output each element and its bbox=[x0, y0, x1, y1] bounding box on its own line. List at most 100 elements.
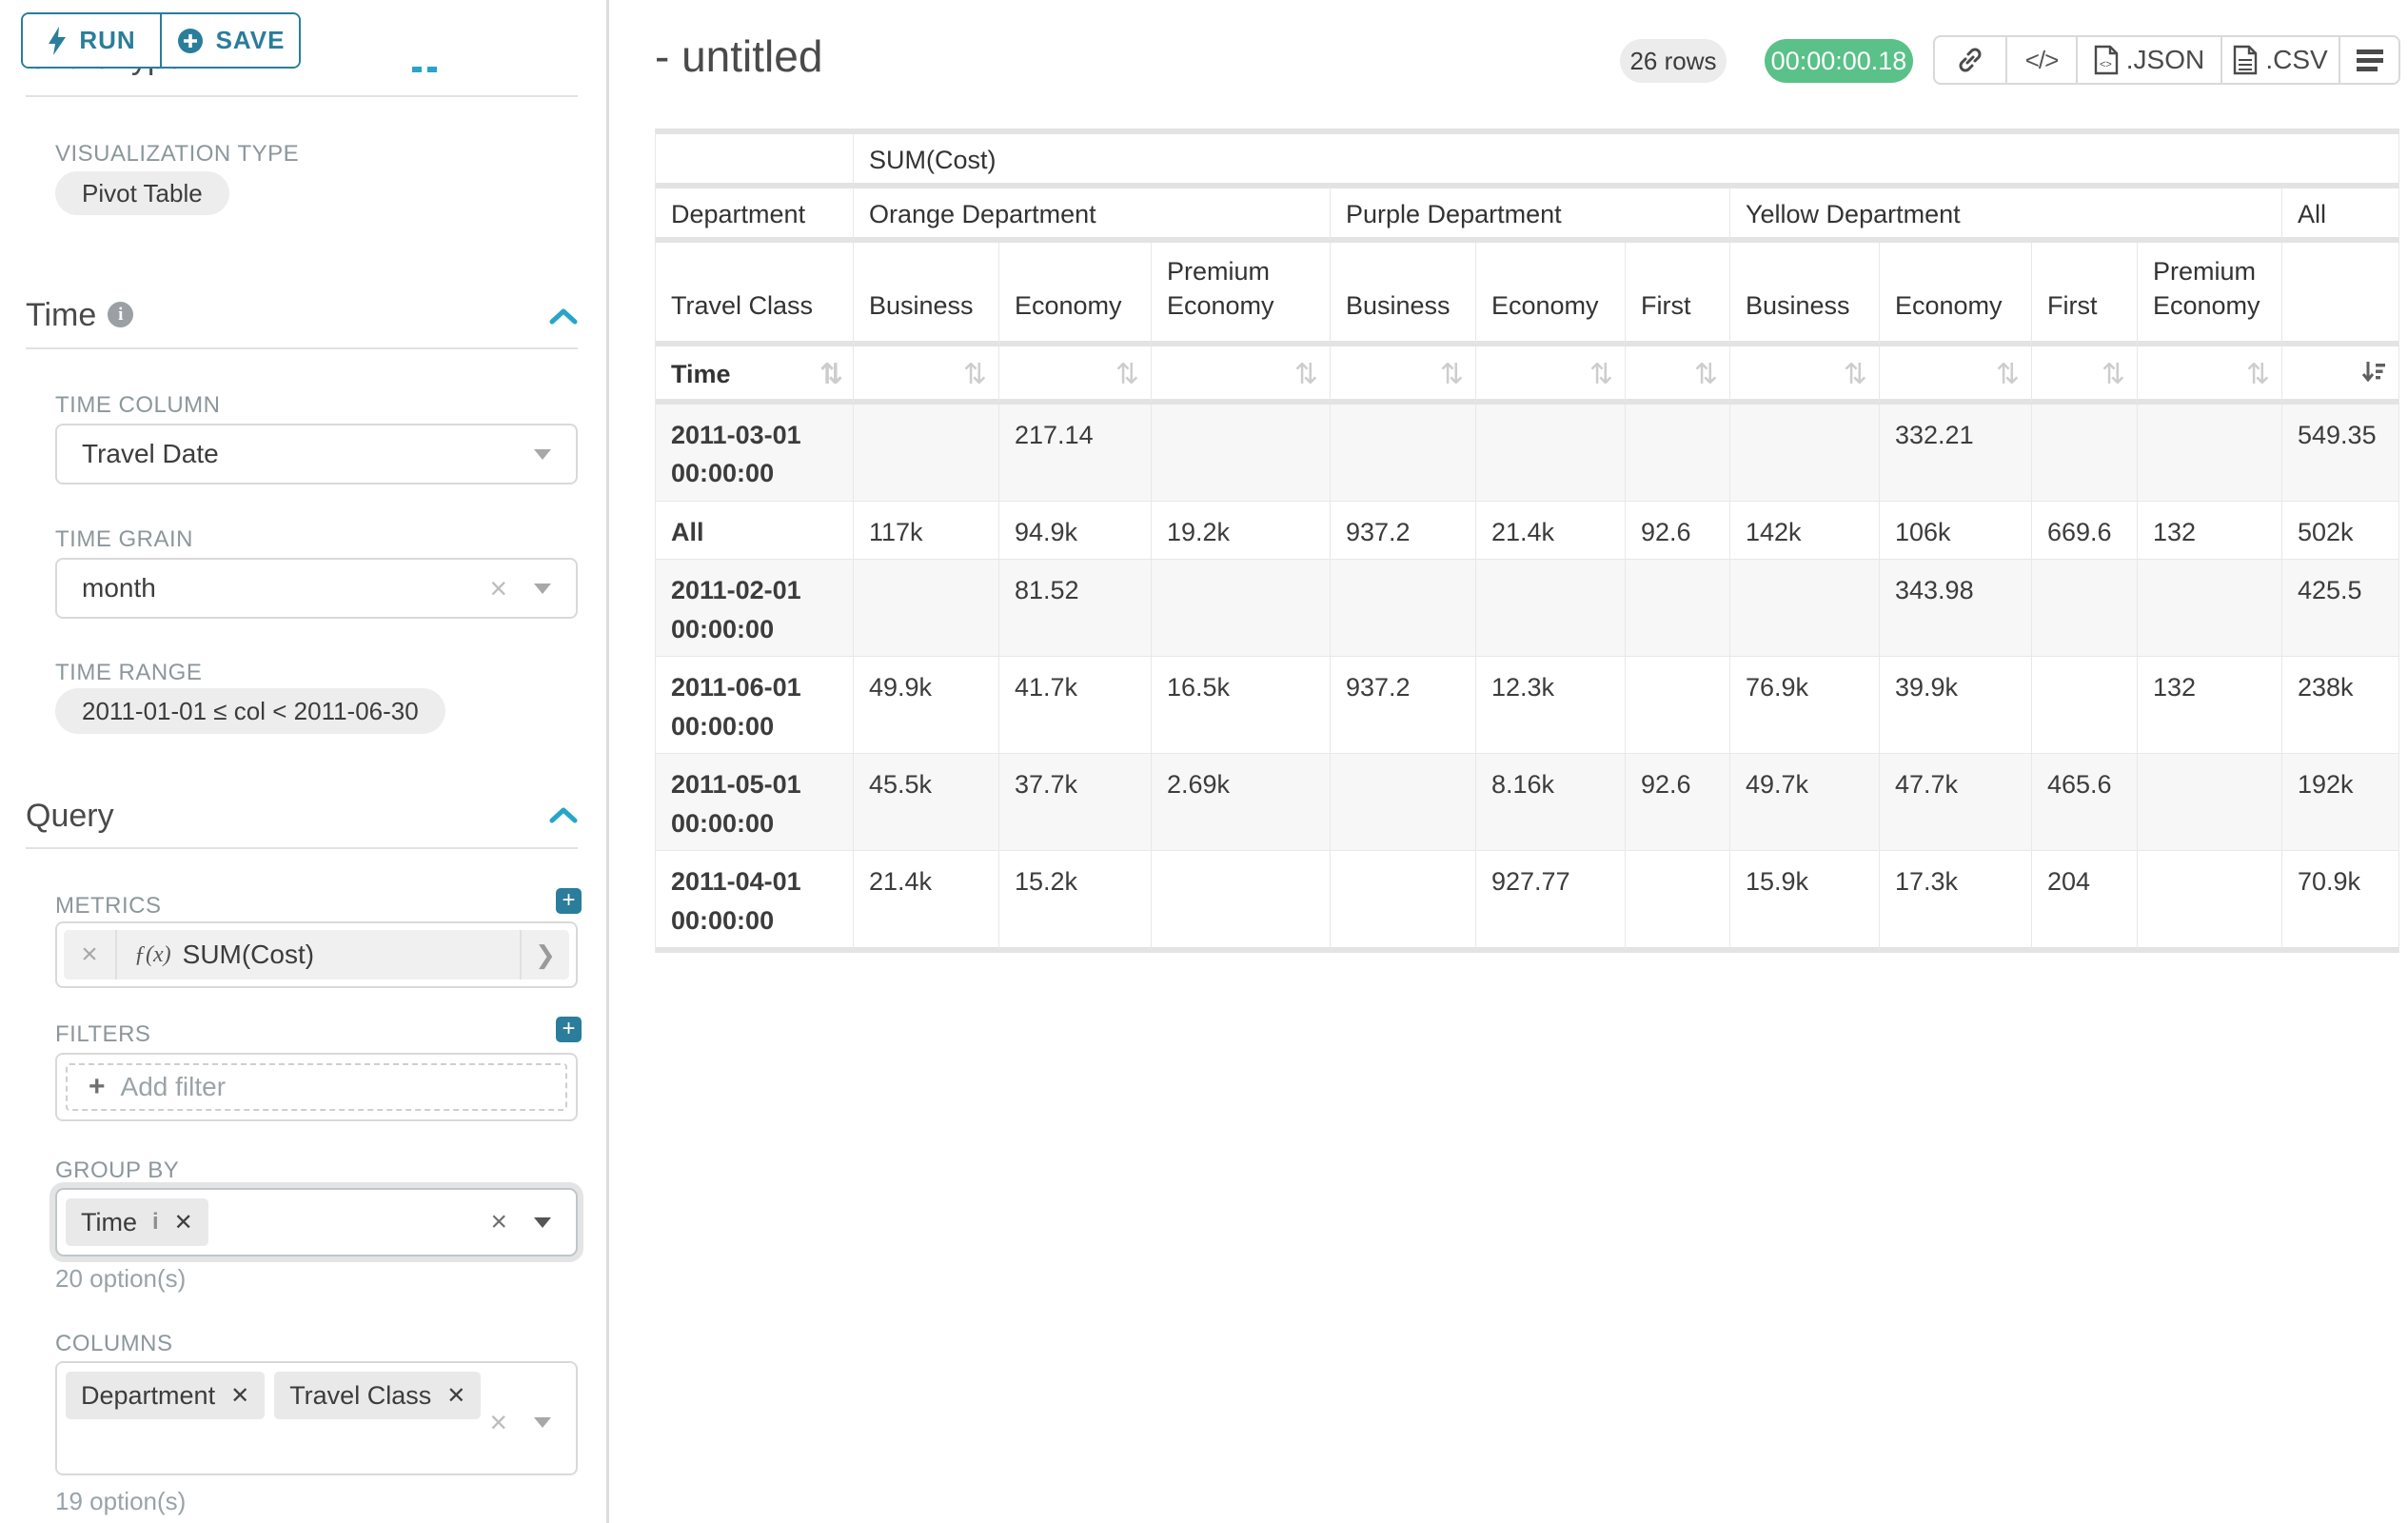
column-sort-cell[interactable] bbox=[2282, 346, 2399, 405]
save-button[interactable]: SAVE bbox=[162, 14, 299, 67]
view-query-button[interactable]: </> bbox=[2005, 37, 2076, 83]
remove-chip-icon[interactable]: ✕ bbox=[174, 1209, 193, 1236]
time-dimension-label: Time bbox=[671, 360, 731, 389]
filters-control: + Add filter bbox=[55, 1053, 578, 1121]
sort-icon[interactable]: ⇅ bbox=[1589, 358, 1613, 391]
columns-chip-travel-class[interactable]: Travel Class ✕ bbox=[274, 1372, 481, 1419]
metric-chip[interactable]: × ƒ(x) SUM(Cost) ❯ bbox=[64, 930, 569, 979]
export-json-button[interactable]: <> .JSON bbox=[2076, 37, 2220, 83]
value-cell: 927.77 bbox=[1476, 851, 1626, 953]
column-sort-cell[interactable]: ⇅ bbox=[2138, 346, 2282, 405]
sort-icon[interactable]: ⇅ bbox=[1115, 358, 1139, 391]
sort-icon[interactable]: ⇅ bbox=[1294, 358, 1318, 391]
visualization-type-label: VISUALIZATION TYPE bbox=[55, 141, 299, 168]
table-row: All117k94.9k19.2k937.221.4k92.6142k106k6… bbox=[656, 502, 2399, 561]
column-sort-cell[interactable]: ⇅ bbox=[1880, 346, 2032, 405]
value-cell: 937.2 bbox=[1331, 502, 1476, 561]
time-column-label: TIME COLUMN bbox=[55, 392, 221, 419]
group-by-chip-time[interactable]: Time i ✕ bbox=[66, 1198, 208, 1246]
sort-descending-icon[interactable] bbox=[2360, 358, 2387, 385]
columns-select[interactable]: Department ✕ Travel Class ✕ × bbox=[55, 1361, 578, 1475]
section-divider bbox=[26, 95, 578, 97]
query-section-collapse-icon[interactable] bbox=[548, 805, 579, 824]
group-by-select[interactable]: Time i ✕ × bbox=[55, 1188, 578, 1256]
columns-options-hint: 19 option(s) bbox=[55, 1487, 186, 1516]
add-metric-button[interactable]: + bbox=[556, 888, 582, 914]
chevron-right-icon[interactable]: ❯ bbox=[520, 930, 569, 979]
column-sort-cell[interactable]: ⇅ bbox=[1730, 346, 1880, 405]
value-cell: 549.35 bbox=[2282, 405, 2399, 502]
columns-chip-department[interactable]: Department ✕ bbox=[66, 1372, 265, 1419]
sort-icon[interactable]: ⇅ bbox=[1694, 358, 1718, 391]
value-cell bbox=[1331, 405, 1476, 502]
chart-type-collapse-icon[interactable] bbox=[427, 67, 437, 72]
value-cell: 192k bbox=[2282, 754, 2399, 851]
menu-button[interactable] bbox=[2339, 37, 2398, 83]
time-section-collapse-icon[interactable] bbox=[548, 307, 579, 326]
chart-title[interactable]: - untitled bbox=[655, 30, 822, 82]
remove-chip-icon[interactable]: ✕ bbox=[446, 1382, 465, 1410]
value-cell: 217.14 bbox=[999, 405, 1152, 502]
value-cell: 204 bbox=[2032, 851, 2138, 953]
value-cell bbox=[1476, 560, 1626, 657]
remove-chip-icon[interactable]: ✕ bbox=[230, 1382, 249, 1410]
info-icon: i bbox=[108, 302, 133, 327]
sort-icon[interactable]: ⇅ bbox=[1440, 358, 1464, 391]
time-grain-value: month bbox=[57, 573, 156, 603]
metric-header-cell: SUM(Cost) bbox=[854, 134, 2399, 188]
value-cell: 15.9k bbox=[1730, 851, 1880, 953]
chart-type-collapse-icon[interactable] bbox=[412, 67, 422, 72]
column-sort-cell[interactable]: ⇅ bbox=[1626, 346, 1730, 405]
value-cell: 81.52 bbox=[999, 560, 1152, 657]
json-file-icon: <> bbox=[2094, 45, 2119, 75]
table-row: 2011-06-01 00:00:0049.9k41.7k16.5k937.21… bbox=[656, 657, 2399, 754]
csv-file-icon bbox=[2233, 45, 2258, 75]
column-sort-cell[interactable]: ⇅ bbox=[1331, 346, 1476, 405]
sort-icon[interactable]: ⇅ bbox=[1996, 358, 2020, 391]
value-cell: 49.7k bbox=[1730, 754, 1880, 851]
export-button-group: </> <> .JSON .CSV bbox=[1933, 35, 2400, 85]
export-csv-button[interactable]: .CSV bbox=[2220, 37, 2339, 83]
sort-icon[interactable]: ⇅ bbox=[2246, 358, 2270, 391]
export-json-label: .JSON bbox=[2126, 45, 2204, 75]
value-cell: 238k bbox=[2282, 657, 2399, 754]
row-header-cell: 2011-05-01 00:00:00 bbox=[656, 754, 854, 851]
column-sort-cell[interactable]: ⇅ bbox=[1476, 346, 1626, 405]
column-sort-cell[interactable]: ⇅ bbox=[854, 346, 999, 405]
column-sort-cell[interactable]: ⇅ bbox=[1152, 346, 1331, 405]
time-grain-select[interactable]: month × bbox=[55, 558, 578, 619]
remove-metric-icon[interactable]: × bbox=[64, 930, 117, 979]
sort-icon[interactable]: ⇅ bbox=[819, 358, 843, 391]
clear-icon[interactable]: × bbox=[490, 1208, 507, 1236]
copy-link-button[interactable] bbox=[1935, 37, 2005, 83]
value-cell: 106k bbox=[1880, 502, 2032, 561]
add-filter-button[interactable]: + Add filter bbox=[66, 1063, 567, 1111]
sort-icon[interactable]: ⇅ bbox=[1844, 358, 1867, 391]
value-cell bbox=[854, 405, 999, 502]
add-filter-plus-button[interactable]: + bbox=[556, 1017, 582, 1042]
row-count-badge: 26 rows bbox=[1620, 39, 1727, 83]
value-cell bbox=[1626, 405, 1730, 502]
time-column-select[interactable]: Travel Date bbox=[55, 424, 578, 485]
clear-icon[interactable]: × bbox=[489, 573, 507, 603]
clear-icon[interactable]: × bbox=[489, 1407, 507, 1437]
add-filter-label: Add filter bbox=[121, 1072, 227, 1102]
column-sort-cell[interactable]: ⇅ bbox=[999, 346, 1152, 405]
sort-icon[interactable]: ⇅ bbox=[963, 358, 987, 391]
visualization-type-pill[interactable]: Pivot Table bbox=[55, 171, 229, 215]
column-leaf-header: Business bbox=[854, 243, 999, 346]
column-group-header: Orange Department bbox=[854, 188, 1331, 243]
caret-down-icon bbox=[534, 1217, 551, 1228]
time-section-label: Time bbox=[26, 297, 96, 333]
run-button[interactable]: RUN bbox=[23, 14, 162, 67]
metric-chip-label: SUM(Cost) bbox=[183, 940, 314, 970]
chip-label: Travel Class bbox=[289, 1381, 431, 1411]
value-cell bbox=[2138, 851, 2282, 953]
sort-icon[interactable]: ⇅ bbox=[2102, 358, 2125, 391]
column-sort-cell[interactable]: ⇅ bbox=[2032, 346, 2138, 405]
column-group-header: Yellow Department bbox=[1730, 188, 2282, 243]
superset-explore-app: Chart Type RUN SAVE VISUALIZATION TYPE P bbox=[0, 0, 2408, 1523]
department-dimension-label: Department bbox=[656, 188, 854, 243]
time-range-pill[interactable]: 2011-01-01 ≤ col < 2011-06-30 bbox=[55, 688, 445, 734]
time-dimension-sort-cell[interactable]: Time ⇅ bbox=[656, 346, 854, 405]
